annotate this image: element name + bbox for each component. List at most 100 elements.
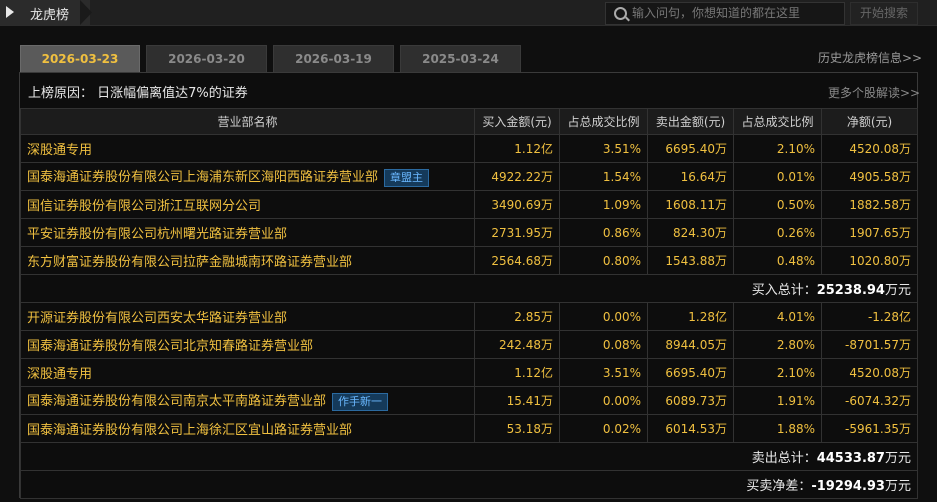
table-row[interactable]: 国信证券股份有限公司浙江互联网分公司 3490.69万 1.09% 1608.1…: [20, 190, 918, 219]
buy-ratio: 0.00%: [559, 386, 648, 415]
sell-total-unit: 万元: [884, 451, 911, 466]
sell-ratio: 0.50%: [733, 190, 822, 219]
sell-amount: 1.28亿: [647, 302, 734, 331]
dragon-tiger-table: 营业部名称 买入金额(元) 占总成交比例 卖出金额(元) 占总成交比例 净额(元…: [20, 108, 918, 499]
net-amount: 1907.65万: [821, 218, 918, 247]
branch-name: 国泰海通证券股份有限公司上海徐汇区宜山路证券营业部: [20, 414, 475, 443]
table-row[interactable]: 国泰海通证券股份有限公司上海徐汇区宜山路证券营业部 53.18万 0.02% 6…: [20, 414, 918, 443]
branch-name-text[interactable]: 国泰海通证券股份有限公司南京太平南路证券营业部: [27, 394, 326, 409]
header-sell-amount[interactable]: 卖出金额(元): [647, 108, 734, 135]
date-tab-1[interactable]: 2026-03-23: [20, 45, 140, 72]
sell-ratio: 0.26%: [733, 218, 822, 247]
buy-ratio: 1.54%: [559, 162, 648, 191]
branch-name-text[interactable]: 深股通专用: [27, 143, 92, 158]
buy-amount: 242.48万: [474, 330, 560, 359]
net-amount: 4520.08万: [821, 358, 918, 387]
search-input[interactable]: [632, 4, 837, 21]
branch-name: 国泰海通证券股份有限公司上海浦东新区海阳西路证券营业部 章盟主: [20, 162, 475, 191]
sell-total-label: 卖出总计：: [751, 451, 817, 466]
branch-name: 深股通专用: [20, 358, 475, 387]
branch-name: 开源证券股份有限公司西安太华路证券营业部: [20, 302, 475, 331]
sell-ratio: 1.91%: [733, 386, 822, 415]
net-amount: 1882.58万: [821, 190, 918, 219]
table-row[interactable]: 国泰海通证券股份有限公司北京知春路证券营业部 242.48万 0.08% 894…: [20, 330, 918, 359]
header-net[interactable]: 净额(元): [821, 108, 918, 135]
date-tab-2[interactable]: 2026-03-20: [146, 45, 267, 72]
branch-name-text[interactable]: 国信证券股份有限公司浙江互联网分公司: [27, 199, 261, 214]
date-tab-4[interactable]: 2025-03-24: [400, 45, 521, 72]
table-row[interactable]: 深股通专用 1.12亿 3.51% 6695.40万 2.10% 4520.08…: [20, 134, 918, 163]
title-tab[interactable]: 龙虎榜: [0, 0, 90, 25]
branch-name-text[interactable]: 国泰海通证券股份有限公司上海徐汇区宜山路证券营业部: [27, 423, 352, 438]
header-branch[interactable]: 营业部名称: [20, 108, 475, 135]
header-buy-amount[interactable]: 买入金额(元): [474, 108, 560, 135]
sell-amount: 8944.05万: [647, 330, 734, 359]
net-total-label: 买卖净差：: [746, 479, 812, 494]
table-row[interactable]: 国泰海通证券股份有限公司南京太平南路证券营业部 作手新一 15.41万 0.00%…: [20, 386, 918, 415]
branch-name: 国泰海通证券股份有限公司北京知春路证券营业部: [20, 330, 475, 359]
sell-ratio: 0.01%: [733, 162, 822, 191]
branch-name-text[interactable]: 平安证券股份有限公司杭州曙光路证券营业部: [27, 227, 287, 242]
sell-amount: 6014.53万: [647, 414, 734, 443]
header-sell-ratio[interactable]: 占总成交比例: [733, 108, 822, 135]
branch-name-text[interactable]: 开源证券股份有限公司西安太华路证券营业部: [27, 311, 287, 326]
sell-ratio: 4.01%: [733, 302, 822, 331]
sell-ratio: 2.80%: [733, 330, 822, 359]
net-total-unit: 万元: [884, 479, 911, 494]
trader-tag[interactable]: 作手新一: [332, 392, 389, 411]
table-row[interactable]: 平安证券股份有限公司杭州曙光路证券营业部 2731.95万 0.86% 824.…: [20, 218, 918, 247]
net-total-value: -19294.93: [811, 479, 885, 494]
branch-name: 深股通专用: [20, 134, 475, 163]
branch-name: 国信证券股份有限公司浙江互联网分公司: [20, 190, 475, 219]
sell-total-row: 卖出总计：44533.87万元: [20, 442, 918, 471]
buy-amount: 2731.95万: [474, 218, 560, 247]
buy-amount: 15.41万: [474, 386, 560, 415]
sell-amount: 16.64万: [647, 162, 734, 191]
net-amount: 4520.08万: [821, 134, 918, 163]
trader-tag[interactable]: 章盟主: [384, 168, 430, 187]
sell-amount: 6695.40万: [647, 134, 734, 163]
search-box[interactable]: [605, 2, 845, 25]
buy-amount: 1.12亿: [474, 358, 560, 387]
page-title: 龙虎榜: [30, 8, 70, 23]
history-link[interactable]: 历史龙虎榜信息>>: [818, 49, 922, 66]
net-amount: 4905.58万: [821, 162, 918, 191]
sell-ratio: 0.48%: [733, 246, 822, 275]
buy-amount: 4922.22万: [474, 162, 560, 191]
sell-amount: 1608.11万: [647, 190, 734, 219]
net-total: 买卖净差：-19294.93万元: [20, 470, 918, 499]
net-amount: -8701.57万: [821, 330, 918, 359]
sell-total: 卖出总计：44533.87万元: [20, 442, 918, 471]
table-header-row: 营业部名称 买入金额(元) 占总成交比例 卖出金额(元) 占总成交比例 净额(元…: [20, 108, 918, 135]
branch-name-text[interactable]: 国泰海通证券股份有限公司上海浦东新区海阳西路证券营业部: [27, 170, 378, 185]
top-bar: 龙虎榜 开始搜索: [0, 0, 937, 26]
sell-ratio: 2.10%: [733, 134, 822, 163]
listing-reason: 上榜原因： 日涨幅偏离值达7%的证券: [28, 86, 248, 101]
buy-ratio: 1.09%: [559, 190, 648, 219]
net-amount: 1020.80万: [821, 246, 918, 275]
buy-total-value: 25238.94: [816, 283, 885, 298]
sell-amount: 824.30万: [647, 218, 734, 247]
table-row[interactable]: 深股通专用 1.12亿 3.51% 6695.40万 2.10% 4520.08…: [20, 358, 918, 387]
start-search-button[interactable]: 开始搜索: [850, 2, 918, 25]
sell-amount: 6089.73万: [647, 386, 734, 415]
table-row[interactable]: 东方财富证券股份有限公司拉萨金融城南环路证券营业部 2564.68万 0.80%…: [20, 246, 918, 275]
branch-name: 东方财富证券股份有限公司拉萨金融城南环路证券营业部: [20, 246, 475, 275]
buy-ratio: 0.86%: [559, 218, 648, 247]
net-amount: -6074.32万: [821, 386, 918, 415]
branch-name-text[interactable]: 东方财富证券股份有限公司拉萨金融城南环路证券营业部: [27, 255, 352, 270]
more-analysis-link[interactable]: 更多个股解读>>: [828, 84, 920, 101]
date-tab-3[interactable]: 2026-03-19: [273, 45, 394, 72]
table-row[interactable]: 开源证券股份有限公司西安太华路证券营业部 2.85万 0.00% 1.28亿 4…: [20, 302, 918, 331]
buy-ratio: 0.00%: [559, 302, 648, 331]
buy-ratio: 3.51%: [559, 358, 648, 387]
table-row[interactable]: 国泰海通证券股份有限公司上海浦东新区海阳西路证券营业部 章盟主 4922.22万 …: [20, 162, 918, 191]
header-buy-ratio[interactable]: 占总成交比例: [559, 108, 648, 135]
buy-total: 买入总计：25238.94万元: [20, 274, 918, 303]
buy-ratio: 0.08%: [559, 330, 648, 359]
branch-name: 国泰海通证券股份有限公司南京太平南路证券营业部 作手新一: [20, 386, 475, 415]
buy-ratio: 0.02%: [559, 414, 648, 443]
branch-name-text[interactable]: 国泰海通证券股份有限公司北京知春路证券营业部: [27, 339, 313, 354]
branch-name-text[interactable]: 深股通专用: [27, 367, 92, 382]
buy-amount: 53.18万: [474, 414, 560, 443]
